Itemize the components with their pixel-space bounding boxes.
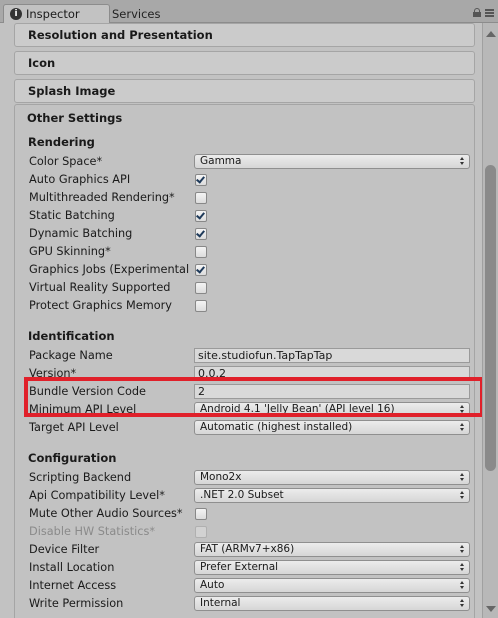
static-batching-checkbox[interactable] xyxy=(195,210,207,222)
graphics-jobs-checkbox[interactable] xyxy=(195,264,207,276)
inspector-content: Resolution and Presentation Icon Splash … xyxy=(0,23,482,618)
foldout-other-settings[interactable]: Other Settings xyxy=(14,107,475,131)
static-batching-label: Static Batching xyxy=(29,209,115,222)
api-compatibility-level-dropdown[interactable]: .NET 2.0 Subset xyxy=(194,488,470,503)
tab-inspector-label: Inspector xyxy=(26,7,80,21)
foldout-icon-label: Icon xyxy=(28,56,56,70)
bundle-version-code-label: Bundle Version Code xyxy=(29,385,146,398)
dynamic-batching-checkbox[interactable] xyxy=(195,228,207,240)
internet-access-dropdown[interactable]: Auto xyxy=(194,578,470,593)
configuration-header: Configuration xyxy=(28,451,117,465)
disable-hw-statistics-label: Disable HW Statistics* xyxy=(29,525,156,538)
checkmark-icon xyxy=(196,228,205,238)
dropdown-arrows-icon xyxy=(460,157,465,166)
package-name-field[interactable]: site.studiofun.TapTapTap xyxy=(194,348,470,363)
disable-hw-statistics-checkbox xyxy=(195,526,207,538)
checkmark-icon xyxy=(196,210,205,220)
foldout-resolution-presentation[interactable]: Resolution and Presentation xyxy=(14,23,475,47)
minimum-api-level-label: Minimum API Level xyxy=(29,403,137,416)
gpu-skinning-checkbox[interactable] xyxy=(195,246,207,258)
install-location-dropdown[interactable]: Prefer External xyxy=(194,560,470,575)
checkmark-icon xyxy=(196,264,205,274)
install-location-value: Prefer External xyxy=(200,561,279,573)
minimum-api-level-value: Android 4.1 'Jelly Bean' (API level 16) xyxy=(200,403,395,415)
protect-graphics-memory-label: Protect Graphics Memory xyxy=(29,299,172,312)
dropdown-arrows-icon xyxy=(460,405,465,414)
write-permission-dropdown[interactable]: Internal xyxy=(194,596,470,611)
dropdown-arrows-icon xyxy=(460,491,465,500)
window-tab-strip: i Inspector Services xyxy=(0,0,498,23)
foldout-resolution-label: Resolution and Presentation xyxy=(28,28,213,42)
tab-services-label: Services xyxy=(112,6,161,21)
auto-graphics-api-checkbox[interactable] xyxy=(195,174,207,186)
color-space-label: Color Space* xyxy=(29,155,103,168)
tab-services[interactable]: Services xyxy=(112,4,161,23)
scroll-up-arrow-icon[interactable] xyxy=(486,31,496,37)
device-filter-value: FAT (ARMv7+x86) xyxy=(200,543,295,555)
info-icon: i xyxy=(10,8,22,20)
vertical-scrollbar[interactable] xyxy=(482,23,498,618)
dropdown-arrows-icon xyxy=(460,581,465,590)
write-permission-label: Write Permission xyxy=(29,597,124,610)
minimum-api-level-dropdown[interactable]: Android 4.1 'Jelly Bean' (API level 16) xyxy=(194,402,470,417)
tab-controls xyxy=(473,8,494,17)
protect-graphics-memory-checkbox[interactable] xyxy=(195,300,207,312)
dropdown-arrows-icon xyxy=(460,599,465,608)
color-space-dropdown[interactable]: Gamma xyxy=(194,154,470,169)
foldout-splash-label: Splash Image xyxy=(28,84,116,98)
foldout-other-label: Other Settings xyxy=(27,111,123,125)
scrollbar-thumb[interactable] xyxy=(485,165,496,471)
api-compatibility-level-label: Api Compatibility Level* xyxy=(29,489,165,502)
multithreaded-rendering-checkbox[interactable] xyxy=(195,192,207,204)
auto-graphics-api-label: Auto Graphics API xyxy=(29,173,131,186)
mute-other-audio-checkbox[interactable] xyxy=(195,508,207,520)
gpu-skinning-label: GPU Skinning* xyxy=(29,245,111,258)
scripting-backend-label: Scripting Backend xyxy=(29,471,132,484)
virtual-reality-checkbox[interactable] xyxy=(195,282,207,294)
tab-inspector[interactable]: i Inspector xyxy=(3,4,110,23)
multithreaded-rendering-label: Multithreaded Rendering* xyxy=(29,191,175,204)
target-api-level-value: Automatic (highest installed) xyxy=(200,421,353,433)
dropdown-arrows-icon xyxy=(460,473,465,482)
internet-access-label: Internet Access xyxy=(29,579,117,592)
target-api-level-label: Target API Level xyxy=(29,421,119,434)
color-space-value: Gamma xyxy=(200,155,242,167)
mute-other-audio-label: Mute Other Audio Sources* xyxy=(29,507,183,520)
dropdown-arrows-icon xyxy=(460,563,465,572)
dropdown-arrows-icon xyxy=(460,423,465,432)
scripting-backend-value: Mono2x xyxy=(200,471,242,483)
virtual-reality-label: Virtual Reality Supported xyxy=(29,281,171,294)
lock-icon[interactable] xyxy=(473,8,481,17)
bundle-version-code-field[interactable]: 2 xyxy=(194,384,470,399)
target-api-level-dropdown[interactable]: Automatic (highest installed) xyxy=(194,420,470,435)
dynamic-batching-label: Dynamic Batching xyxy=(29,227,133,240)
version-label: Version* xyxy=(29,367,77,380)
device-filter-dropdown[interactable]: FAT (ARMv7+x86) xyxy=(194,542,470,557)
rendering-header: Rendering xyxy=(28,135,95,149)
scroll-down-arrow-icon[interactable] xyxy=(486,606,496,612)
foldout-icon[interactable]: Icon xyxy=(14,51,475,75)
checkmark-icon xyxy=(196,174,205,184)
package-name-label: Package Name xyxy=(29,349,113,362)
foldout-splash-image[interactable]: Splash Image xyxy=(14,79,475,103)
internet-access-value: Auto xyxy=(200,579,225,591)
install-location-label: Install Location xyxy=(29,561,115,574)
dropdown-arrows-icon xyxy=(460,545,465,554)
api-compatibility-level-value: .NET 2.0 Subset xyxy=(200,489,284,501)
version-field[interactable]: 0.0.2 xyxy=(194,366,470,381)
graphics-jobs-label: Graphics Jobs (Experimental xyxy=(29,263,190,276)
device-filter-label: Device Filter xyxy=(29,543,100,556)
identification-header: Identification xyxy=(28,329,115,343)
menu-icon[interactable] xyxy=(485,8,494,17)
scripting-backend-dropdown[interactable]: Mono2x xyxy=(194,470,470,485)
write-permission-value: Internal xyxy=(200,597,241,609)
